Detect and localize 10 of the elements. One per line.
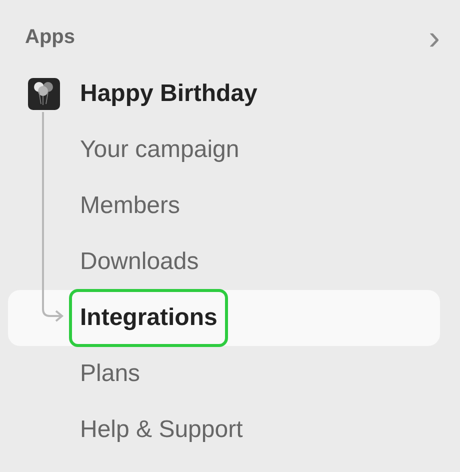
nav-item[interactable]: Integrations xyxy=(8,290,440,346)
nav-item[interactable]: Downloads xyxy=(8,234,440,290)
section-title: Apps xyxy=(25,25,75,50)
nav-item[interactable]: Help & Support xyxy=(8,402,440,458)
chevron-icon[interactable]: › xyxy=(428,21,440,55)
balloons-icon xyxy=(28,78,60,110)
app-name[interactable]: Happy Birthday xyxy=(80,76,258,112)
nav-item[interactable]: Plans xyxy=(8,346,440,402)
nav-item[interactable]: Your campaign xyxy=(8,122,440,178)
nav-item[interactable]: Members xyxy=(8,178,440,234)
